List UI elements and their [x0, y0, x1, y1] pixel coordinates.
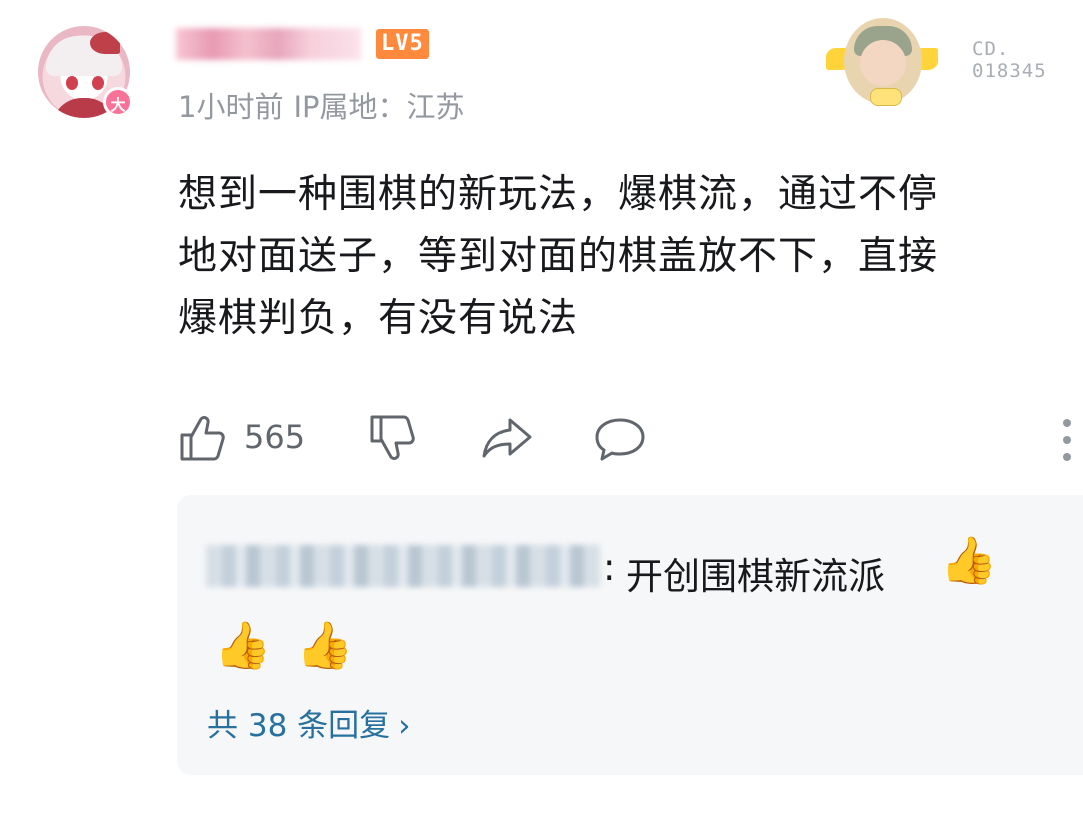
more-vertical-icon[interactable]	[1060, 418, 1074, 462]
vip-badge: 大	[103, 87, 133, 117]
comment-icon[interactable]	[594, 416, 646, 462]
comment-time: 1小时前	[178, 90, 284, 124]
view-replies-link[interactable]: 共 38 条回复 ›	[207, 700, 411, 745]
reply-colon: :	[603, 546, 616, 589]
chevron-right-icon: ›	[398, 708, 411, 744]
reply-count-text: 共 38 条回复	[207, 708, 391, 744]
comment-meta: 1小时前 IP属地：江苏	[178, 84, 475, 126]
thumbs-up-emoji: 👍	[296, 618, 354, 672]
share-icon[interactable]	[480, 416, 534, 460]
ip-location: IP属地：江苏	[293, 90, 465, 124]
thumbs-up-emoji: 👍	[940, 533, 998, 587]
reply-username[interactable]: ███████████	[206, 545, 600, 587]
level-badge: LV5	[376, 29, 429, 59]
fan-decoration[interactable]	[826, 18, 938, 110]
decoration-number: CD. 018345	[972, 38, 1047, 82]
thumb-up-icon[interactable]	[178, 413, 228, 463]
username[interactable]: ████████	[176, 28, 361, 60]
like-count: 565	[244, 418, 306, 456]
thumbs-up-emoji: 👍	[214, 618, 272, 672]
comment-text: 想到一种围棋的新玩法，爆棋流，通过不停 地对面送子，等到对面的棋盖放不下，直接 …	[178, 172, 939, 341]
thumb-down-icon[interactable]	[368, 413, 418, 463]
reply-text: 开创围棋新流派	[626, 555, 885, 598]
